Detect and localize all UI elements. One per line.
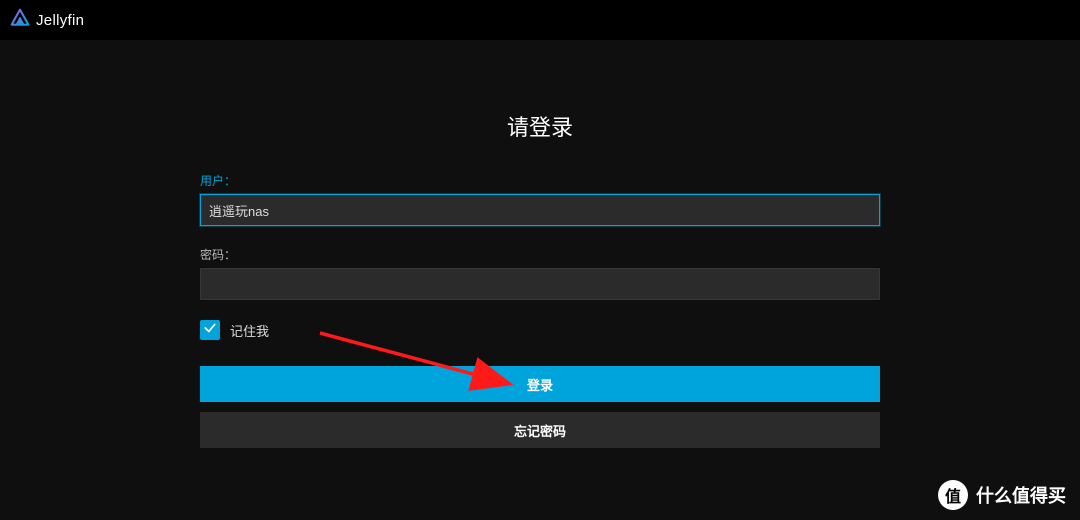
page-title: 请登录	[507, 110, 573, 142]
login-button[interactable]: 登录	[200, 366, 880, 402]
remember-checkbox[interactable]	[200, 320, 220, 340]
password-input[interactable]	[200, 268, 880, 300]
remember-row: 记住我	[200, 320, 880, 340]
brand-text: Jellyfin	[36, 12, 84, 29]
password-group: 密码：	[200, 246, 880, 300]
check-icon	[203, 321, 217, 340]
forgot-password-button[interactable]: 忘记密码	[200, 412, 880, 448]
jellyfin-logo-icon	[10, 8, 30, 33]
username-input[interactable]	[200, 194, 880, 226]
username-label: 用户：	[200, 172, 880, 189]
password-label: 密码：	[200, 246, 880, 263]
watermark: 值 什么值得买	[938, 480, 1066, 510]
topbar: Jellyfin	[0, 0, 1080, 40]
login-form: 用户： 密码： 记住我 登录 忘记密码	[200, 172, 880, 458]
watermark-badge: 值	[938, 480, 968, 510]
remember-label: 记住我	[230, 321, 269, 340]
username-group: 用户：	[200, 172, 880, 226]
brand: Jellyfin	[10, 8, 84, 33]
watermark-text: 什么值得买	[976, 482, 1066, 508]
main: 请登录 用户： 密码： 记住我 登录 忘记密码	[0, 40, 1080, 520]
